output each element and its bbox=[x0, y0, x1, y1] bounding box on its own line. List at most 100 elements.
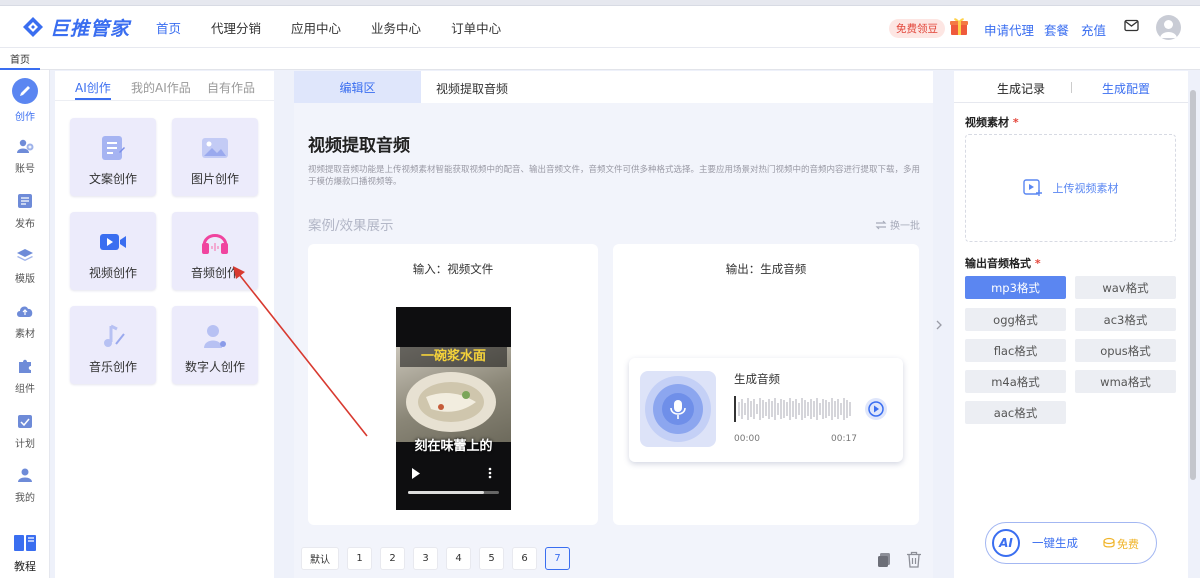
page-4[interactable]: 4 bbox=[446, 547, 471, 570]
recharge-link[interactable]: 充值 bbox=[1081, 20, 1106, 39]
output-title: 输出：生成音频 bbox=[725, 262, 807, 276]
example-video-player[interactable]: 一碗浆水面 刻在味蕾上的 bbox=[396, 307, 511, 510]
user-icon bbox=[15, 465, 35, 485]
format-mp3[interactable]: mp3格式 bbox=[965, 276, 1066, 299]
document-icon bbox=[100, 134, 126, 162]
collapse-panel-icon[interactable] bbox=[936, 320, 943, 330]
calendar-check-icon bbox=[15, 411, 35, 431]
generate-button[interactable]: AI 一键生成 免费 bbox=[985, 522, 1157, 564]
package-link[interactable]: 套餐 bbox=[1044, 20, 1069, 39]
sidebar-item-component[interactable]: 组件 bbox=[0, 356, 50, 395]
tab-video-extract-audio[interactable]: 视频提取音频 bbox=[436, 80, 508, 97]
page-6[interactable]: 6 bbox=[512, 547, 537, 570]
tab-ai-create[interactable]: AI创作 bbox=[75, 79, 111, 96]
coin-icon bbox=[1103, 537, 1115, 548]
play-icon[interactable] bbox=[411, 468, 421, 479]
book-icon bbox=[13, 532, 37, 554]
nav-agent-distribution[interactable]: 代理分销 bbox=[211, 18, 261, 37]
page-scrollbar[interactable] bbox=[1190, 90, 1196, 480]
format-ogg[interactable]: ogg格式 bbox=[965, 308, 1066, 331]
app-header: 巨推管家 首页 代理分销 应用中心 业务中心 订单中心 免费领豆 申请代理 套餐… bbox=[0, 6, 1200, 48]
nav-app-center[interactable]: 应用中心 bbox=[291, 18, 341, 37]
tab-my-ai-works[interactable]: 我的AI作品 bbox=[131, 79, 191, 96]
card-digital-human[interactable]: 数字人创作 bbox=[172, 306, 258, 384]
page-2[interactable]: 2 bbox=[380, 547, 405, 570]
cloud-icon bbox=[15, 301, 35, 321]
card-video[interactable]: 视频创作 bbox=[70, 212, 156, 290]
nav-business-center[interactable]: 业务中心 bbox=[371, 18, 421, 37]
swap-icon bbox=[875, 220, 887, 229]
format-m4a[interactable]: m4a格式 bbox=[965, 370, 1066, 393]
sidebar-item-mine[interactable]: 我的 bbox=[0, 465, 50, 504]
card-copywriting[interactable]: 文案创作 bbox=[70, 118, 156, 196]
mail-icon[interactable] bbox=[1124, 19, 1139, 32]
generate-label: 一键生成 bbox=[1032, 536, 1078, 550]
sidebar-item-tutorial[interactable]: 教程 bbox=[0, 532, 50, 574]
tab-edit-area[interactable]: 编辑区 bbox=[294, 71, 421, 103]
editor-tabs: 编辑区 视频提取音频 bbox=[294, 71, 933, 103]
upload-video-icon bbox=[1022, 179, 1042, 196]
input-example-card: 输入：视频文件 一碗浆水面 刻在味蕾上的 bbox=[308, 244, 598, 525]
sidebar-item-plan[interactable]: 计划 bbox=[0, 411, 50, 450]
tab-generate-config[interactable]: 生成配置 bbox=[1102, 80, 1150, 97]
format-aac[interactable]: aac格式 bbox=[965, 401, 1066, 424]
config-panel: 生成记录 生成配置 视频素材 * 上传视频素材 输出音频格式 * mp3格式 w… bbox=[954, 71, 1188, 578]
more-vertical-icon[interactable] bbox=[488, 467, 492, 479]
switch-batch-button[interactable]: 换一批 bbox=[875, 217, 920, 232]
logo[interactable]: 巨推管家 bbox=[22, 14, 130, 40]
page-3[interactable]: 3 bbox=[413, 547, 438, 570]
sidebar-item-publish[interactable]: 发布 bbox=[0, 191, 50, 230]
format-wav[interactable]: wav格式 bbox=[1075, 276, 1176, 299]
tab-own-works[interactable]: 自有作品 bbox=[207, 79, 255, 96]
layers-icon bbox=[15, 246, 35, 266]
headphones-icon bbox=[200, 228, 230, 256]
sidebar: 创作 账号 发布 模版 素材 组件 计划 我的 教程 bbox=[0, 70, 50, 578]
puzzle-icon bbox=[15, 356, 35, 376]
page-7[interactable]: 7 bbox=[545, 547, 570, 570]
video-camera-icon bbox=[98, 228, 128, 256]
top-nav: 首页 代理分销 应用中心 业务中心 订单中心 bbox=[156, 6, 501, 48]
config-tabs: 生成记录 生成配置 bbox=[954, 71, 1188, 103]
ai-create-panel: AI创作 我的AI作品 自有作品 文案创作 图片创作 视频创作 音频创作 音乐创… bbox=[55, 71, 274, 578]
page-5[interactable]: 5 bbox=[479, 547, 504, 570]
format-opus[interactable]: opus格式 bbox=[1075, 339, 1176, 362]
card-audio[interactable]: 音频创作 bbox=[172, 212, 258, 290]
video-caption-bottom: 刻在味蕾上的 bbox=[414, 439, 493, 454]
gift-icon[interactable] bbox=[948, 15, 970, 37]
upload-video-dropzone[interactable]: 上传视频素材 bbox=[965, 134, 1176, 242]
required-mark: * bbox=[1012, 116, 1019, 129]
audio-title: 生成音频 bbox=[734, 372, 780, 386]
card-image[interactable]: 图片创作 bbox=[172, 118, 258, 196]
audio-waveform[interactable] bbox=[734, 394, 854, 424]
page-1[interactable]: 1 bbox=[347, 547, 372, 570]
sidebar-item-create[interactable]: 创作 bbox=[0, 78, 50, 123]
copy-icon[interactable] bbox=[877, 552, 891, 568]
output-example-card: 输出：生成音频 生成音频 00:00 00:17 bbox=[613, 244, 919, 525]
tab-home[interactable]: 首页 bbox=[0, 48, 40, 70]
audio-disc bbox=[640, 371, 716, 447]
sidebar-item-material[interactable]: 素材 bbox=[0, 301, 50, 340]
image-icon bbox=[200, 134, 230, 162]
publish-icon bbox=[15, 191, 35, 211]
tab-generate-history[interactable]: 生成记录 bbox=[997, 80, 1045, 97]
format-wma[interactable]: wma格式 bbox=[1075, 370, 1176, 393]
format-ac3[interactable]: ac3格式 bbox=[1075, 308, 1176, 331]
free-label: 免费 bbox=[1117, 538, 1139, 551]
sidebar-item-account[interactable]: 账号 bbox=[0, 136, 50, 175]
apply-agent-link[interactable]: 申请代理 bbox=[984, 20, 1034, 39]
output-format-label: 输出音频格式 * bbox=[965, 257, 1041, 270]
audio-play-icon[interactable] bbox=[864, 397, 888, 421]
page-default[interactable]: 默认 bbox=[301, 547, 339, 570]
music-note-icon bbox=[99, 322, 127, 350]
format-flac[interactable]: flac格式 bbox=[965, 339, 1066, 362]
video-progress-track[interactable] bbox=[408, 491, 499, 494]
sidebar-item-template[interactable]: 模版 bbox=[0, 246, 50, 285]
avatar[interactable] bbox=[1156, 15, 1181, 40]
free-beans-badge[interactable]: 免费领豆 bbox=[889, 19, 945, 38]
nav-order-center[interactable]: 订单中心 bbox=[451, 18, 501, 37]
nav-home[interactable]: 首页 bbox=[156, 18, 181, 37]
card-music[interactable]: 音乐创作 bbox=[70, 306, 156, 384]
trash-icon[interactable] bbox=[906, 551, 922, 568]
audio-player-card: 生成音频 00:00 00:17 bbox=[629, 358, 903, 462]
logo-text: 巨推管家 bbox=[50, 17, 131, 40]
